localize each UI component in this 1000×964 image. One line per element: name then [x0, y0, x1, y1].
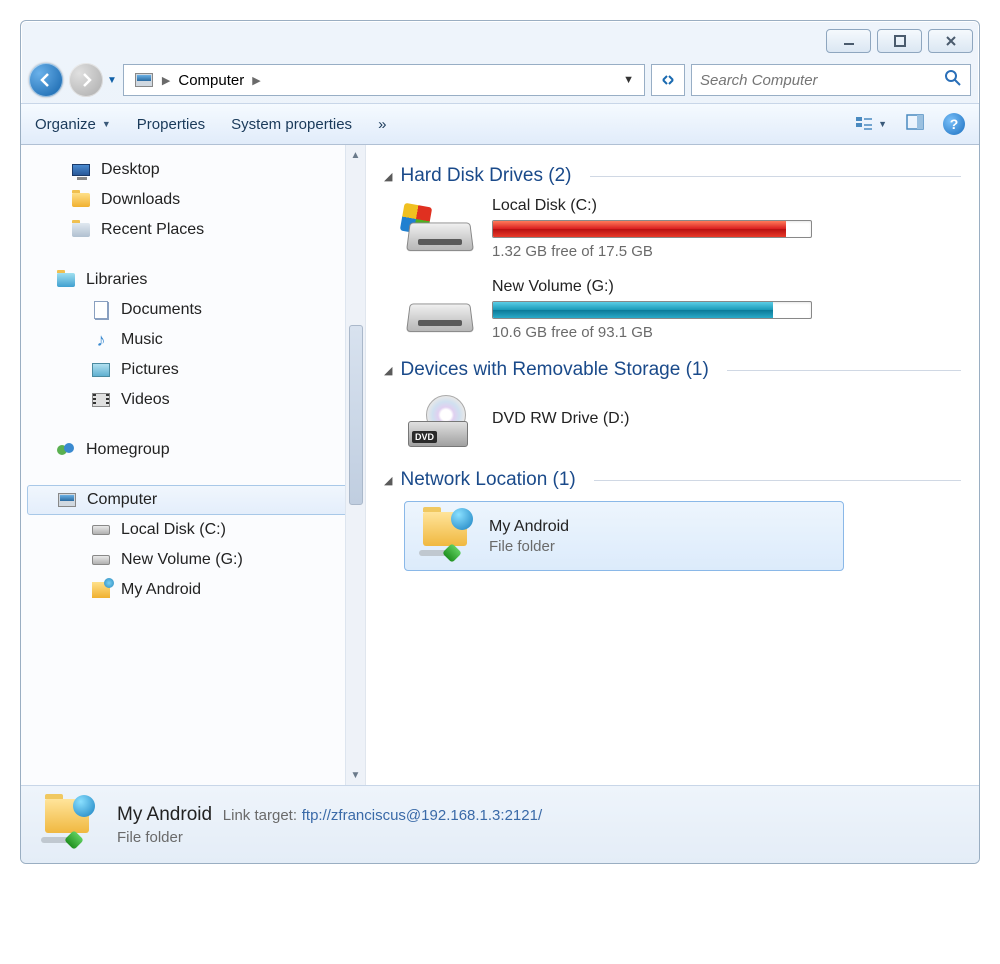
recent-icon [71, 220, 91, 240]
address-bar[interactable]: ▶ Computer ▶ ▼ [123, 64, 645, 96]
section-network-location[interactable]: ◢ Network Location (1) [384, 469, 961, 491]
view-options-button[interactable]: ▼ [854, 114, 887, 134]
desktop-icon [71, 160, 91, 180]
toolbar-overflow[interactable]: » [378, 116, 386, 133]
hdd-icon [91, 520, 111, 540]
sidebar-item-recent-places[interactable]: Recent Places [21, 215, 365, 245]
network-folder-icon [41, 799, 99, 851]
details-link-label: Link target: [223, 807, 297, 824]
capacity-bar [492, 301, 812, 319]
sidebar-scrollbar[interactable]: ▲ ▼ [345, 145, 365, 785]
collapse-icon: ◢ [384, 170, 392, 183]
videos-icon [91, 390, 111, 410]
music-icon: ♪ [91, 330, 111, 350]
libraries-icon [56, 270, 76, 290]
close-button[interactable] [928, 29, 973, 53]
back-button[interactable] [29, 63, 63, 97]
help-button[interactable]: ? [943, 113, 965, 135]
collapse-icon: ◢ [384, 364, 392, 377]
network-folder-icon [91, 580, 111, 600]
drive-new-volume-g[interactable]: New Volume (G:) 10.6 GB free of 93.1 GB [404, 278, 961, 341]
preview-pane-button[interactable] [905, 112, 925, 136]
sidebar-item-new-volume-g[interactable]: New Volume (G:) [21, 545, 365, 575]
capacity-bar [492, 220, 812, 238]
history-dropdown-icon[interactable]: ▼ [107, 75, 117, 86]
sidebar-item-downloads[interactable]: Downloads [21, 185, 365, 215]
sidebar-item-computer[interactable]: Computer [27, 485, 359, 515]
breadcrumb-location[interactable]: Computer [178, 72, 244, 89]
details-name: My Android [117, 804, 212, 825]
search-input[interactable] [700, 72, 944, 89]
drive-dvd-rw-d[interactable]: DVD DVD RW Drive (D:) [404, 391, 961, 451]
explorer-body: Desktop Downloads Recent Places Librarie… [21, 145, 979, 785]
computer-icon [134, 70, 154, 90]
organize-menu[interactable]: Organize ▼ [35, 116, 111, 133]
explorer-window: ▼ ▶ Computer ▶ ▼ Organize ▼ Proper [20, 20, 980, 864]
details-link-target: ftp://zfranciscus@192.168.1.3:2121/ [302, 807, 542, 824]
os-drive-icon [404, 199, 476, 259]
titlebar [21, 21, 979, 57]
network-folder-icon [419, 512, 475, 560]
content-pane: ◢ Hard Disk Drives (2) Local Disk (C:) 1… [366, 145, 979, 785]
pictures-icon [91, 360, 111, 380]
computer-icon [57, 490, 77, 510]
address-dropdown-icon[interactable]: ▼ [623, 74, 640, 86]
details-pane: My Android Link target: ftp://zfranciscu… [21, 785, 979, 863]
sidebar-item-videos[interactable]: Videos [21, 385, 365, 415]
collapse-icon: ◢ [384, 474, 392, 487]
details-type: File folder [117, 829, 542, 846]
network-item-my-android[interactable]: My Android File folder [404, 501, 844, 571]
scroll-thumb[interactable] [349, 325, 363, 505]
section-removable-storage[interactable]: ◢ Devices with Removable Storage (1) [384, 359, 961, 381]
hdd-icon [404, 280, 476, 340]
properties-button[interactable]: Properties [137, 116, 205, 133]
search-box[interactable] [691, 64, 971, 96]
sidebar-item-music[interactable]: ♪ Music [21, 325, 365, 355]
sidebar-item-local-disk-c[interactable]: Local Disk (C:) [21, 515, 365, 545]
navigation-bar: ▼ ▶ Computer ▶ ▼ [21, 57, 979, 103]
sidebar-item-documents[interactable]: Documents [21, 295, 365, 325]
homegroup-icon [56, 440, 76, 460]
dvd-drive-icon: DVD [404, 391, 476, 451]
system-properties-button[interactable]: System properties [231, 116, 352, 133]
sidebar-item-desktop[interactable]: Desktop [21, 155, 365, 185]
sidebar-item-libraries[interactable]: Libraries [21, 265, 365, 295]
scroll-down-icon[interactable]: ▼ [346, 765, 365, 785]
folder-icon [71, 190, 91, 210]
hdd-icon [91, 550, 111, 570]
chevron-down-icon: ▼ [878, 119, 887, 129]
refresh-button[interactable] [651, 64, 685, 96]
minimize-button[interactable] [826, 29, 871, 53]
chevron-down-icon: ▼ [102, 119, 111, 129]
scroll-up-icon[interactable]: ▲ [346, 145, 365, 165]
section-hard-disk-drives[interactable]: ◢ Hard Disk Drives (2) [384, 165, 961, 187]
documents-icon [91, 300, 111, 320]
sidebar-item-pictures[interactable]: Pictures [21, 355, 365, 385]
drive-local-disk-c[interactable]: Local Disk (C:) 1.32 GB free of 17.5 GB [404, 197, 961, 260]
search-icon[interactable] [944, 69, 962, 92]
command-toolbar: Organize ▼ Properties System properties … [21, 103, 979, 145]
navigation-pane: Desktop Downloads Recent Places Librarie… [21, 145, 366, 785]
chevron-right-icon: ▶ [158, 74, 174, 87]
maximize-button[interactable] [877, 29, 922, 53]
sidebar-item-homegroup[interactable]: Homegroup [21, 435, 365, 465]
chevron-right-icon[interactable]: ▶ [248, 74, 264, 87]
sidebar-item-my-android[interactable]: My Android [21, 575, 365, 605]
forward-button[interactable] [69, 63, 103, 97]
